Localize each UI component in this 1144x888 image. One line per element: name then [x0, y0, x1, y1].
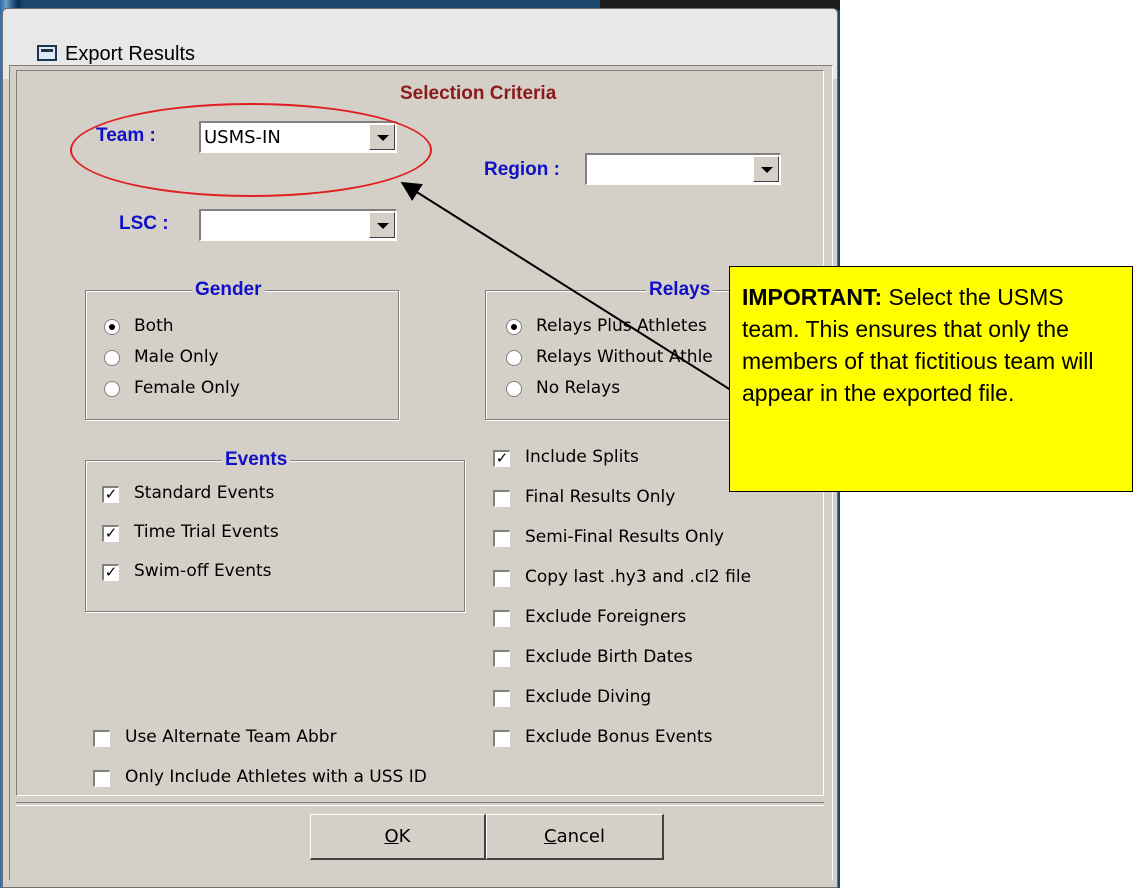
callout-lead: IMPORTANT:	[742, 284, 883, 310]
important-callout: IMPORTANT: Select the USMS team. This en…	[729, 266, 1133, 492]
arrow-line	[400, 181, 735, 393]
